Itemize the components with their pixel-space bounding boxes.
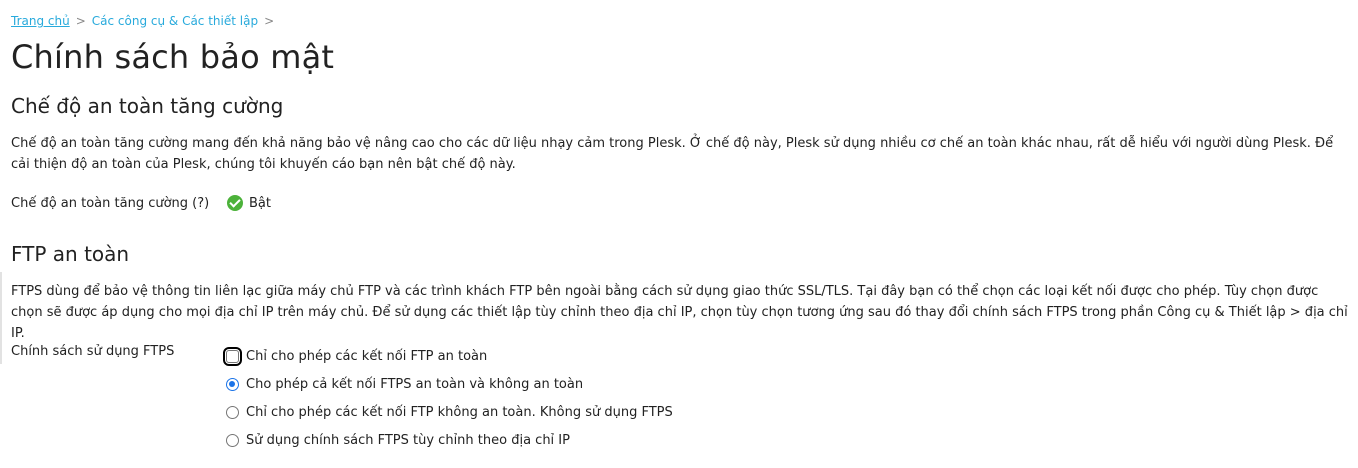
enhanced-security-field-label[interactable]: Chế độ an toàn tăng cường (?) <box>11 196 209 211</box>
ftps-policy-radio-group: Chỉ cho phép các kết nối FTP an toàn Cho… <box>223 342 673 454</box>
ftps-option-both[interactable]: Cho phép cả kết nối FTPS an toàn và khôn… <box>226 370 673 398</box>
page-title: Chính sách bảo mật <box>11 38 335 76</box>
ftps-policy-field-label: Chính sách sử dụng FTPS <box>11 344 175 359</box>
enhanced-security-description: Chế độ an toàn tăng cường mang đến khả n… <box>11 136 1334 172</box>
radio-button[interactable] <box>226 405 239 419</box>
section-left-rule <box>0 272 2 364</box>
check-circle-icon <box>227 195 243 211</box>
ftps-option-per-ip[interactable]: Sử dụng chính sách FTPS tùy chỉnh theo đ… <box>226 426 673 454</box>
breadcrumb: Trang chủ > Các công cụ & Các thiết lập … <box>11 14 274 28</box>
ftps-option-secure-only[interactable]: Chỉ cho phép các kết nối FTP an toàn <box>223 342 673 370</box>
radio-label[interactable]: Sử dụng chính sách FTPS tùy chỉnh theo đ… <box>246 433 570 448</box>
radio-button-selected[interactable] <box>226 377 239 391</box>
breadcrumb-separator: > <box>264 14 275 28</box>
enhanced-security-heading: Chế độ an toàn tăng cường <box>11 94 284 118</box>
radio-label[interactable]: Chỉ cho phép các kết nối FTP an toàn <box>246 349 487 364</box>
radio-label[interactable]: Chỉ cho phép các kết nối FTP không an to… <box>246 405 673 420</box>
status-text: Bật <box>249 195 271 211</box>
ftps-option-insecure-only[interactable]: Chỉ cho phép các kết nối FTP không an to… <box>226 398 673 426</box>
secure-ftp-description: FTPS dùng để bảo vệ thông tin liên lạc g… <box>11 284 1348 341</box>
radio-label[interactable]: Cho phép cả kết nối FTPS an toàn và khôn… <box>246 377 583 392</box>
radio-button[interactable] <box>226 433 239 447</box>
enhanced-security-status: Bật <box>227 195 271 211</box>
breadcrumb-tools-link[interactable]: Các công cụ & Các thiết lập <box>92 14 258 28</box>
secure-ftp-heading: FTP an toàn <box>11 242 130 266</box>
breadcrumb-separator: > <box>75 14 86 28</box>
radio-button[interactable] <box>223 346 242 366</box>
breadcrumb-home-link[interactable]: Trang chủ <box>11 14 70 28</box>
